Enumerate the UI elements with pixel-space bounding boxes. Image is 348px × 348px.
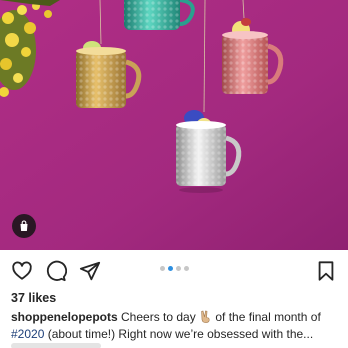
post-image[interactable] xyxy=(0,0,348,250)
heart-icon[interactable] xyxy=(10,259,34,283)
shopping-bag-icon[interactable] xyxy=(12,214,36,238)
caption-username[interactable]: shoppenelopepots xyxy=(11,310,118,324)
ornaments-photo xyxy=(0,0,348,250)
caption-text-3: (about time!) Right now we’re obsessed w… xyxy=(44,327,314,341)
likes-count[interactable]: 37 likes xyxy=(11,291,56,305)
caption-text-2: of the final month of xyxy=(212,310,321,324)
bookmark-icon[interactable] xyxy=(314,259,338,283)
carousel-indicator xyxy=(160,266,189,271)
victory-hand-emoji xyxy=(199,310,212,323)
send-icon[interactable] xyxy=(78,259,102,283)
caption-text-1: Cheers to day xyxy=(117,310,200,324)
hashtag-link[interactable]: #2020 xyxy=(11,327,44,341)
cut-off-comment-line xyxy=(11,343,101,348)
carousel-dot xyxy=(184,266,189,271)
carousel-dot xyxy=(168,266,173,271)
carousel-dot xyxy=(160,266,165,271)
post-action-bar xyxy=(0,252,348,290)
carousel-dot xyxy=(176,266,181,271)
comment-icon[interactable] xyxy=(44,259,68,283)
